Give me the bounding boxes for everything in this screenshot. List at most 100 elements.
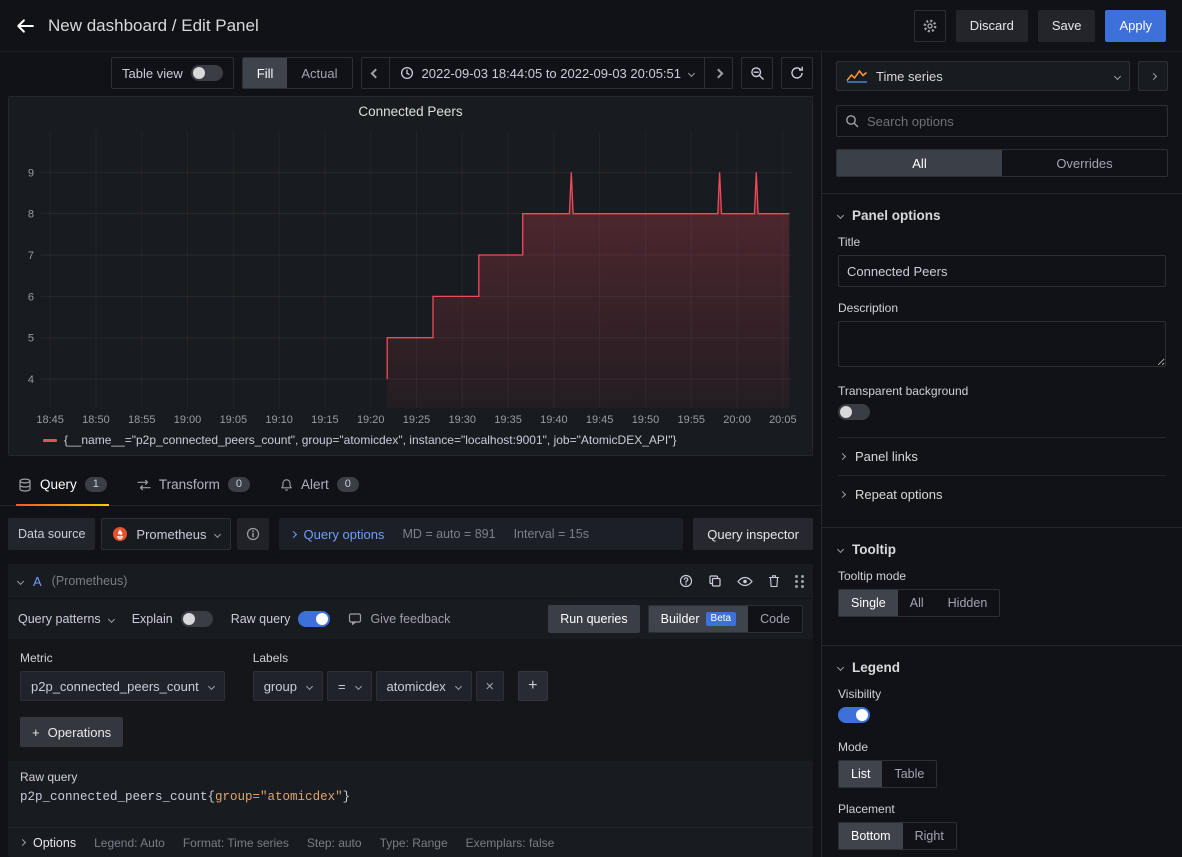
tooltip-mode-all[interactable]: All xyxy=(898,590,936,616)
query-options-toggle[interactable]: Query options xyxy=(291,527,385,542)
transform-icon xyxy=(137,478,151,492)
explain-switch[interactable] xyxy=(181,611,213,627)
tooltip-section: Tooltip Tooltip mode Single All Hidden xyxy=(822,527,1182,645)
datasource-help-button[interactable] xyxy=(237,518,269,550)
panel-title-input[interactable] xyxy=(838,255,1166,287)
labels-label: Labels xyxy=(253,651,548,665)
legend-placement-right[interactable]: Right xyxy=(903,823,956,849)
chevron-right-icon xyxy=(839,491,846,498)
add-operations-button[interactable]: + Operations xyxy=(20,717,123,747)
legend-placement-bottom[interactable]: Bottom xyxy=(839,823,903,849)
chevron-right-icon xyxy=(714,68,724,78)
chart[interactable]: 45678918:4518:5018:5519:0019:0519:1019:1… xyxy=(15,123,806,430)
drag-query-handle[interactable] xyxy=(795,580,803,583)
legend-placement-field: Placement Bottom Right xyxy=(838,802,1166,850)
tooltip-mode-single[interactable]: Single xyxy=(839,590,898,616)
options-scroll-area[interactable]: Panel options Title Description Transpar… xyxy=(822,193,1182,857)
panel-links-label: Panel links xyxy=(855,449,918,464)
time-shift-forward-button[interactable] xyxy=(705,58,732,88)
title-field: Title xyxy=(838,235,1166,287)
max-datapoints-summary: MD = auto = 891 xyxy=(402,527,495,541)
tooltip-header[interactable]: Tooltip xyxy=(838,538,1166,569)
repeat-options-section[interactable]: Repeat options xyxy=(838,475,1166,513)
options-toggle-label: Options xyxy=(33,836,76,850)
disable-query-button[interactable] xyxy=(737,576,753,587)
raw-query-brace-open: { xyxy=(208,790,216,804)
arrow-left-icon xyxy=(16,17,34,35)
svg-text:19:45: 19:45 xyxy=(586,414,614,426)
format-summary: Format: Time series xyxy=(183,836,289,850)
code-option[interactable]: Code xyxy=(748,606,802,632)
tab-alert[interactable]: Alert 0 xyxy=(278,474,361,505)
svg-text:7: 7 xyxy=(28,250,34,262)
refresh-button[interactable] xyxy=(781,57,813,89)
label-operator-select[interactable]: = xyxy=(327,671,372,701)
duplicate-query-button[interactable] xyxy=(708,574,722,588)
back-button[interactable] xyxy=(16,17,34,35)
repeat-options-label: Repeat options xyxy=(855,487,942,502)
tab-overrides[interactable]: Overrides xyxy=(1002,150,1167,176)
builder-option[interactable]: Builder Beta xyxy=(649,606,749,632)
tab-transform[interactable]: Transform 0 xyxy=(135,474,252,505)
legend-mode-list[interactable]: List xyxy=(839,761,882,787)
time-shift-back-button[interactable] xyxy=(362,58,390,88)
query-inspector-button[interactable]: Query inspector xyxy=(693,518,813,550)
visualization-name: Time series xyxy=(876,69,943,84)
close-icon: × xyxy=(485,678,494,695)
builder-label: Builder xyxy=(661,612,700,626)
datasource-picker[interactable]: Prometheus xyxy=(101,518,230,550)
tab-query[interactable]: Query 1 xyxy=(16,474,109,505)
time-range-picker[interactable]: 2022-09-03 18:44:05 to 2022-09-03 20:05:… xyxy=(390,58,706,88)
legend-mode-field: Mode List Table xyxy=(838,740,1166,788)
search-options-input[interactable] xyxy=(836,105,1168,137)
trash-icon xyxy=(768,574,780,588)
legend-series-label[interactable]: {__name__="p2p_connected_peers_count", g… xyxy=(64,433,676,447)
zoom-out-button[interactable] xyxy=(741,57,773,89)
search-icon xyxy=(845,114,859,128)
add-label-filter-button[interactable]: + xyxy=(518,671,548,701)
tooltip-mode-hidden[interactable]: Hidden xyxy=(936,590,1000,616)
panel-links-section[interactable]: Panel links xyxy=(838,437,1166,475)
svg-text:5: 5 xyxy=(28,333,34,345)
fill-actual-group: Fill Actual xyxy=(242,57,353,89)
timeseries-viz-icon xyxy=(846,69,868,83)
chevron-down-icon xyxy=(688,69,695,76)
metric-field: Metric p2p_connected_peers_count xyxy=(20,651,225,701)
save-button[interactable]: Save xyxy=(1038,10,1096,42)
eye-icon xyxy=(737,576,753,587)
grip-icon xyxy=(795,575,798,578)
options-toggle[interactable]: Options xyxy=(20,836,76,850)
legend-mode-label: Mode xyxy=(838,740,1166,754)
metric-select[interactable]: p2p_connected_peers_count xyxy=(20,671,225,701)
label-value-select[interactable]: atomicdex xyxy=(376,671,472,701)
remove-query-button[interactable] xyxy=(768,574,780,588)
bell-icon xyxy=(280,478,293,492)
visualization-picker[interactable]: Time series xyxy=(836,61,1130,91)
tab-all[interactable]: All xyxy=(837,150,1002,176)
settings-button[interactable] xyxy=(914,10,946,42)
description-field: Description xyxy=(838,301,1166,370)
actual-option[interactable]: Actual xyxy=(287,58,351,88)
query-help-button[interactable] xyxy=(679,574,693,588)
legend-header[interactable]: Legend xyxy=(838,656,1166,687)
panel-options-header[interactable]: Panel options xyxy=(838,204,1166,235)
query-row-header[interactable]: A (Prometheus) xyxy=(8,564,813,598)
description-field-label: Description xyxy=(838,301,1166,315)
fill-option[interactable]: Fill xyxy=(243,58,288,88)
transparent-background-switch[interactable] xyxy=(838,404,870,420)
interval-summary: Interval = 15s xyxy=(514,527,589,541)
discard-button[interactable]: Discard xyxy=(956,10,1028,42)
legend-mode-table[interactable]: Table xyxy=(882,761,936,787)
legend-visibility-switch[interactable] xyxy=(838,707,870,723)
apply-button[interactable]: Apply xyxy=(1105,10,1166,42)
run-queries-button[interactable]: Run queries xyxy=(548,605,639,633)
remove-label-filter-button[interactable]: × xyxy=(476,671,504,701)
toggle-viz-picker-button[interactable] xyxy=(1138,61,1168,91)
label-key-select[interactable]: group xyxy=(253,671,323,701)
give-feedback-link[interactable]: Give feedback xyxy=(348,612,450,626)
table-view-switch[interactable] xyxy=(191,65,223,81)
raw-query-switch[interactable] xyxy=(298,611,330,627)
legend-placement-label: Placement xyxy=(838,802,1166,816)
query-patterns-dropdown[interactable]: Query patterns xyxy=(18,612,114,626)
panel-description-input[interactable] xyxy=(838,321,1166,367)
